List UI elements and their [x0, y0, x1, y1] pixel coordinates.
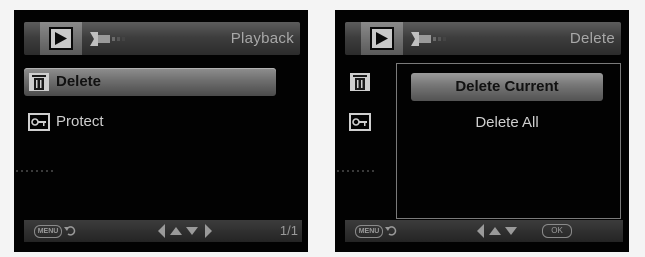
play-icon	[49, 27, 73, 50]
playback-menu-screen: Playback Delete Protect MENU 1/1	[14, 10, 308, 252]
ok-button[interactable]: OK	[542, 224, 572, 238]
separator-dots	[16, 170, 56, 172]
menu-item-protect[interactable]: Protect	[24, 108, 276, 136]
nav-arrows-icon	[158, 224, 212, 238]
wrench-icon	[411, 32, 446, 46]
key-icon	[349, 113, 371, 131]
menu-item-delete[interactable]: Delete	[24, 68, 276, 96]
back-icon	[64, 226, 76, 236]
menu-item-label: Protect	[56, 113, 104, 130]
menu-button[interactable]: MENU	[355, 225, 383, 238]
delete-current-option[interactable]: Delete Current	[411, 73, 603, 101]
nav-arrows-icon	[477, 224, 517, 238]
trash-icon	[29, 73, 49, 91]
setup-tab[interactable]	[90, 30, 130, 48]
separator-dots	[337, 170, 377, 172]
wrench-icon	[90, 32, 125, 46]
menu-item-protect[interactable]	[345, 108, 385, 136]
delete-submenu: Delete Current Delete All	[396, 63, 621, 219]
menu-title: Playback	[230, 30, 294, 47]
page-counter: 1/1	[279, 223, 298, 238]
menu-button[interactable]: MENU	[34, 225, 62, 238]
setup-tab[interactable]	[411, 30, 451, 48]
delete-all-option[interactable]: Delete All	[411, 109, 603, 137]
back-icon	[385, 226, 397, 236]
bottom-bar: MENU 1/1	[24, 220, 302, 242]
top-bar: Playback	[24, 22, 300, 55]
play-icon	[370, 27, 394, 50]
top-bar: Delete	[345, 22, 621, 55]
delete-menu-screen: Delete Delete Current Delete All MENU OK	[335, 10, 629, 252]
playback-tab[interactable]	[40, 22, 82, 55]
trash-icon	[350, 73, 370, 91]
playback-tab[interactable]	[361, 22, 403, 55]
menu-item-label: Delete	[56, 73, 102, 90]
key-icon	[28, 113, 50, 131]
menu-title: Delete	[569, 30, 615, 47]
menu-item-delete[interactable]	[345, 68, 385, 96]
bottom-bar: MENU OK	[345, 220, 623, 242]
